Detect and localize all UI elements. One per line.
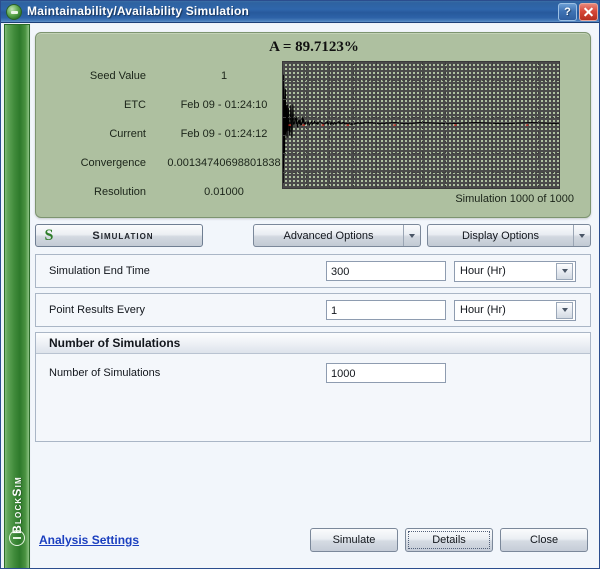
simulation-end-time-unit-select[interactable]: Hour (Hr) xyxy=(454,260,576,282)
simulation-window: Maintainability/Availability Simulation … xyxy=(0,0,600,569)
analysis-settings-link[interactable]: Analysis Settings xyxy=(39,533,139,547)
chevron-down-icon[interactable] xyxy=(556,262,573,280)
chevron-down-icon xyxy=(409,233,415,238)
simulation-end-time-unit-value: Hour (Hr) xyxy=(460,265,506,277)
number-of-simulations-input[interactable] xyxy=(326,363,446,383)
point-results-every-unit-value: Hour (Hr) xyxy=(460,304,506,316)
simulation-end-time-label: Simulation End Time xyxy=(49,265,150,277)
convergence-chart xyxy=(282,61,560,189)
blocksim-orb-icon xyxy=(6,4,22,20)
dialog-footer: Analysis Settings Simulate Details Close xyxy=(31,519,599,568)
convergence-marker xyxy=(302,124,305,126)
stat-value: Feb 09 - 01:24:10 xyxy=(180,99,268,111)
point-results-every-label: Point Results Every xyxy=(49,304,145,316)
window-title: Maintainability/Availability Simulation xyxy=(27,4,250,18)
point-results-every-unit-select[interactable]: Hour (Hr) xyxy=(454,299,576,321)
convergence-marker xyxy=(525,124,529,126)
window-controls: ? xyxy=(558,3,598,21)
advanced-options-button[interactable]: Advanced Options xyxy=(253,224,421,247)
simulation-progress-label: Simulation 1000 of 1000 xyxy=(455,193,574,205)
convergence-marker xyxy=(346,124,349,126)
stat-value: Feb 09 - 01:24:12 xyxy=(180,128,268,140)
convergence-marker xyxy=(454,124,457,126)
close-button[interactable]: Close xyxy=(500,528,588,552)
stat-label: ETC xyxy=(124,99,146,111)
chevron-down-icon[interactable] xyxy=(556,301,573,319)
convergence-plot-area: Simulation 1000 of 1000 xyxy=(282,61,584,211)
display-options-label: Display Options xyxy=(461,229,540,242)
product-sidebar: BlockSim xyxy=(4,24,30,568)
simulate-button[interactable]: Simulate xyxy=(310,528,398,552)
stat-value: 0.01000 xyxy=(204,186,244,198)
number-of-simulations-group-title: Number of Simulations xyxy=(49,336,181,350)
stat-row-seed-value: Seed Value 1 xyxy=(42,65,288,87)
chevron-down-icon xyxy=(579,233,585,238)
stat-value: 1 xyxy=(220,70,228,82)
stat-label: Resolution xyxy=(94,186,146,198)
convergence-line xyxy=(284,89,559,166)
convergence-marker xyxy=(321,124,325,126)
simulation-end-time-row: Simulation End Time Hour (Hr) xyxy=(35,254,591,288)
advanced-options-dropdown-arrow[interactable] xyxy=(403,225,420,246)
number-of-simulations-group-header: Number of Simulations xyxy=(36,333,590,354)
help-button[interactable]: ? xyxy=(558,3,577,21)
results-panel: A = 89.7123% Seed Value 1 ETC Feb 09 - 0… xyxy=(35,32,591,218)
tab-simulation[interactable]: S Simulation xyxy=(35,224,203,247)
stat-label: Seed Value xyxy=(89,70,146,82)
number-of-simulations-group: Number of Simulations Number of Simulati… xyxy=(35,332,591,442)
statistics-list: Seed Value 1 ETC Feb 09 - 01:24:10 Curre… xyxy=(42,65,288,210)
close-window-button[interactable] xyxy=(579,3,598,21)
stat-row-etc: ETC Feb 09 - 01:24:10 xyxy=(42,94,288,116)
options-toolbar: S Simulation Advanced Options Display Op… xyxy=(35,224,591,248)
stat-label: Convergence xyxy=(80,157,146,169)
availability-title: A = 89.7123% xyxy=(269,39,359,55)
convergence-marker xyxy=(393,124,396,126)
convergence-marker xyxy=(288,124,292,126)
details-button[interactable]: Details xyxy=(405,528,493,552)
stat-row-convergence: Convergence 0.00134740698801838 xyxy=(42,152,288,174)
display-options-button[interactable]: Display Options xyxy=(427,224,591,247)
point-results-every-row: Point Results Every Hour (Hr) xyxy=(35,293,591,327)
stat-row-resolution: Resolution 0.01000 xyxy=(42,181,288,203)
simulation-end-time-input[interactable] xyxy=(326,261,446,281)
stat-row-current: Current Feb 09 - 01:24:12 xyxy=(42,123,288,145)
window-titlebar: Maintainability/Availability Simulation … xyxy=(1,1,599,23)
tab-simulation-label: Simulation xyxy=(92,229,154,242)
stat-label: Current xyxy=(109,128,146,140)
number-of-simulations-row: Number of Simulations xyxy=(36,359,590,387)
point-results-every-input[interactable] xyxy=(326,300,446,320)
number-of-simulations-label: Number of Simulations xyxy=(49,367,161,379)
convergence-trace xyxy=(283,62,559,188)
advanced-options-label: Advanced Options xyxy=(283,229,374,242)
simulation-s-icon: S xyxy=(44,226,54,244)
stat-value: 0.00134740698801838 xyxy=(167,157,281,169)
window-content: A = 89.7123% Seed Value 1 ETC Feb 09 - 0… xyxy=(31,24,599,568)
blocksim-circle-logo xyxy=(9,530,25,546)
display-options-dropdown-arrow[interactable] xyxy=(573,225,590,246)
